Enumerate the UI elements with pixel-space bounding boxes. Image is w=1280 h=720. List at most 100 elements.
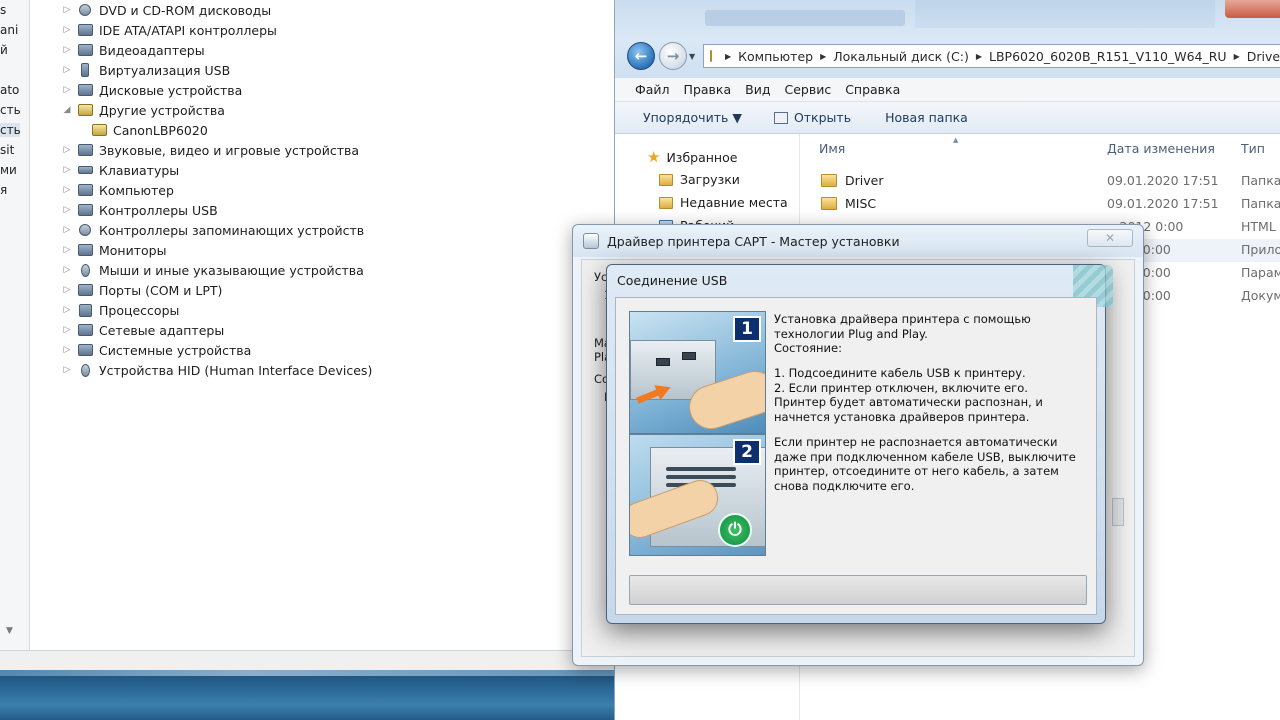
chevron-right-icon[interactable]: ▶ <box>820 52 826 61</box>
tree-item-label: Порты (COM и LPT) <box>99 282 223 298</box>
nav-recent-places[interactable]: Недавние места <box>659 195 788 210</box>
printer-app-icon <box>583 233 599 249</box>
expand-arrow-icon[interactable]: ▷ <box>60 25 74 35</box>
left-pane-fragment: ani <box>0 23 19 37</box>
file-row[interactable]: MISC 09.01.2020 17:51 Папка <box>801 193 1280 216</box>
expand-arrow-icon[interactable]: ▷ <box>60 325 74 335</box>
menu-file[interactable]: Файл <box>635 82 670 97</box>
expand-arrow-icon[interactable]: ▷ <box>60 65 74 75</box>
expand-arrow-icon[interactable]: ▷ <box>60 165 74 175</box>
expand-arrow-icon[interactable]: ▷ <box>60 305 74 315</box>
auto-detect-text: Принтер будет автоматически распознан, и… <box>774 395 1043 424</box>
wizard-title-bar: Драйвер принтера CAPT - Мастер установки <box>573 225 1143 257</box>
tree-item-mice[interactable]: ▷ Мыши и иные указывающие устройства <box>60 260 364 280</box>
status-label: Состояние: <box>774 341 842 355</box>
back-button[interactable]: ← <box>627 42 655 70</box>
device-manager-left-pane: s ani й ato сть сть sit ми я ▼ <box>0 0 30 650</box>
nav-downloads[interactable]: Загрузки <box>659 172 740 187</box>
menu-view[interactable]: Вид <box>745 82 770 97</box>
ide-controller-icon <box>76 22 94 38</box>
expand-arrow-icon[interactable]: ▷ <box>60 225 74 235</box>
file-row[interactable]: Driver 09.01.2020 17:51 Папка <box>801 170 1280 193</box>
left-pane-fragment: й <box>0 43 8 57</box>
chevron-right-icon[interactable]: ▶ <box>976 52 982 61</box>
step1-text: 1. Подсоедините кабель USB к принтеру. <box>774 366 1026 380</box>
expand-arrow-icon[interactable]: ▷ <box>60 85 74 95</box>
menu-edit[interactable]: Правка <box>684 82 732 97</box>
expand-arrow-icon[interactable]: ▷ <box>60 245 74 255</box>
breadcrumb-drivers[interactable]: Drivers <box>1247 49 1280 64</box>
tree-item-keyboards[interactable]: ▷ Клавиатуры <box>60 160 180 180</box>
scroll-down-arrow-icon[interactable]: ▼ <box>6 626 13 636</box>
tree-item-canon-lbp6020[interactable]: CanonLBP6020 <box>90 120 208 140</box>
tree-item-ports[interactable]: ▷ Порты (COM и LPT) <box>60 280 223 300</box>
power-button-icon: ⏻ <box>718 513 752 547</box>
sound-icon <box>76 142 94 158</box>
tree-item-label: Мониторы <box>99 242 167 258</box>
tree-item-usb-virtualization[interactable]: ▷ Виртуализация USB <box>60 60 231 80</box>
tree-item-ide-ata[interactable]: ▷ IDE ATA/ATAPI контроллеры <box>60 20 277 40</box>
tree-item-usb-controllers[interactable]: ▷ Контроллеры USB <box>60 200 218 220</box>
tree-item-label: Клавиатуры <box>99 162 180 178</box>
column-header-date[interactable]: Дата изменения <box>1107 134 1215 164</box>
wizard-close-button[interactable]: ✕ <box>1087 229 1133 247</box>
expand-arrow-icon[interactable]: ▷ <box>60 265 74 275</box>
tree-item-network-adapters[interactable]: ▷ Сетевые адаптеры <box>60 320 225 340</box>
organize-button[interactable]: Упорядочить ▼ <box>643 110 742 125</box>
tree-item-storage-controllers[interactable]: ▷ Контроллеры запоминающих устройств <box>60 220 365 240</box>
left-pane-fragment-selected[interactable]: сть <box>0 123 21 137</box>
tree-item-monitors[interactable]: ▷ Мониторы <box>60 240 167 260</box>
tree-item-label: CanonLBP6020 <box>113 122 208 138</box>
address-bar[interactable]: ▶ Компьютер ▶ Локальный диск (C:) ▶ LBP6… <box>703 44 1280 68</box>
forward-button[interactable]: → <box>659 42 687 70</box>
step2-text: 2. Если принтер отключен, включите его. <box>774 381 1028 395</box>
tree-item-other-devices[interactable]: ◢ Другие устройства <box>60 100 225 120</box>
expand-arrow-icon[interactable]: ▷ <box>60 365 74 375</box>
file-type: Папка <box>1241 196 1280 211</box>
expand-arrow-icon[interactable]: ▷ <box>60 285 74 295</box>
new-folder-button[interactable]: Новая папка <box>885 110 968 125</box>
tree-item-dvd-cdrom[interactable]: ▷ DVD и CD-ROM дисководы <box>60 0 272 20</box>
mouse-icon <box>76 262 94 278</box>
open-button[interactable]: Открыть <box>773 110 851 125</box>
left-pane-fragment: sit <box>0 143 15 157</box>
tree-item-display-adapters[interactable]: ▷ Видеоадаптеры <box>60 40 205 60</box>
expand-arrow-icon[interactable]: ▷ <box>60 345 74 355</box>
nav-favorites[interactable]: ★ Избранное <box>647 148 737 166</box>
tree-item-computer[interactable]: ▷ Компьютер <box>60 180 174 200</box>
expand-arrow-icon[interactable]: ▷ <box>60 5 74 15</box>
expand-arrow-icon[interactable]: ▷ <box>60 205 74 215</box>
expand-arrow-icon[interactable]: ▷ <box>60 145 74 155</box>
tree-item-system-devices[interactable]: ▷ Системные устройства <box>60 340 252 360</box>
open-icon <box>773 111 788 124</box>
usb-port-icon <box>656 358 670 366</box>
chevron-right-icon[interactable]: ▶ <box>1234 52 1240 61</box>
history-dropdown-icon[interactable]: ▼ <box>689 52 695 61</box>
tree-item-disk-drives[interactable]: ▷ Дисковые устройства <box>60 80 243 100</box>
sort-arrow-icon: ▲ <box>953 136 959 144</box>
expand-arrow-icon[interactable]: ▷ <box>60 185 74 195</box>
breadcrumb-local-disk[interactable]: Локальный диск (C:) <box>833 49 969 64</box>
tree-item-label: Системные устройства <box>99 342 252 358</box>
column-header-name[interactable]: Имя <box>819 134 845 164</box>
left-pane-fragment: s <box>0 3 7 17</box>
tree-item-hid[interactable]: ▷ Устройства HID (Human Interface Device… <box>60 360 373 380</box>
tree-item-sound[interactable]: ▷ Звуковые, видео и игровые устройства <box>60 140 359 160</box>
menu-tools[interactable]: Сервис <box>784 82 831 97</box>
taskbar[interactable] <box>0 670 625 720</box>
chevron-right-icon[interactable]: ▶ <box>725 52 731 61</box>
file-date: 09.01.2020 17:51 <box>1107 196 1219 211</box>
menu-help[interactable]: Справка <box>845 82 900 97</box>
tree-item-processors[interactable]: ▷ Процессоры <box>60 300 180 320</box>
tree-item-label: Мыши и иные указывающие устройства <box>99 262 364 278</box>
wizard-scrollbar[interactable] <box>1112 498 1124 526</box>
collapse-arrow-icon[interactable]: ◢ <box>60 105 74 115</box>
tree-item-label: Компьютер <box>99 182 174 198</box>
file-type: Папка <box>1241 173 1280 188</box>
other-devices-icon <box>76 102 94 118</box>
expand-arrow-icon[interactable]: ▷ <box>60 45 74 55</box>
column-header-type[interactable]: Тип <box>1241 134 1265 164</box>
breadcrumb-computer[interactable]: Компьютер <box>738 49 813 64</box>
breadcrumb-driver-package[interactable]: LBP6020_6020B_R151_V110_W64_RU <box>989 49 1227 64</box>
window-close-button[interactable] <box>1225 0 1280 18</box>
